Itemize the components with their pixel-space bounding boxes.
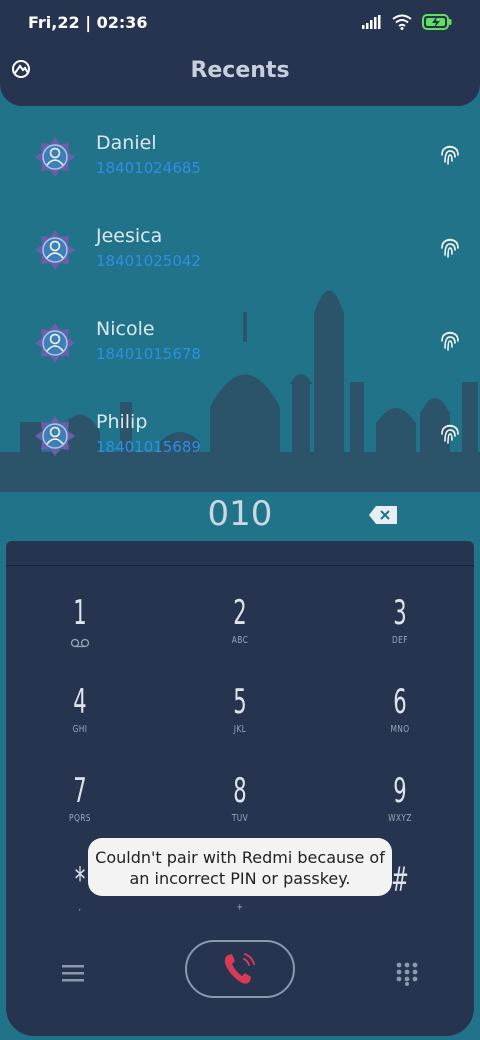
key-1[interactable]: 1 bbox=[20, 593, 140, 667]
contact-number: 18401025042 bbox=[96, 252, 201, 270]
signal-icon bbox=[362, 15, 381, 29]
key-letters: WXYZ bbox=[388, 813, 412, 824]
contact-name: Philip bbox=[96, 411, 148, 433]
key-letters: MNO bbox=[390, 724, 410, 735]
menu-icon[interactable] bbox=[62, 964, 84, 982]
key-digit: 1 bbox=[73, 593, 87, 633]
key-digit: 6 bbox=[393, 682, 407, 722]
key-letters: , bbox=[78, 902, 82, 913]
status-icons bbox=[362, 12, 452, 32]
key-6[interactable]: 6 MNO bbox=[340, 682, 460, 756]
contact-number: 18401015678 bbox=[96, 345, 201, 363]
contact-name: Nicole bbox=[96, 318, 155, 340]
bottom-action-bar bbox=[0, 938, 480, 1008]
key-8[interactable]: 8 TUV bbox=[180, 771, 300, 845]
key-letters: PQRS bbox=[69, 813, 91, 824]
status-time: Fri,22 | 02:36 bbox=[28, 13, 148, 32]
key-3[interactable]: 3 DEF bbox=[340, 593, 460, 667]
key-letters: DEF bbox=[392, 635, 408, 646]
contact-number: 18401024685 bbox=[96, 159, 201, 177]
toast-message: Couldn't pair with Redmi because of an i… bbox=[88, 838, 392, 896]
contact-row[interactable]: Daniel 18401024685 bbox=[0, 128, 480, 198]
contact-row[interactable]: Philip 18401015689 bbox=[0, 407, 480, 477]
divider bbox=[6, 565, 474, 566]
key-4[interactable]: 4 GHI bbox=[20, 682, 140, 756]
dialed-number[interactable]: 010 bbox=[0, 494, 480, 534]
wifi-icon bbox=[392, 14, 412, 30]
contact-avatar-icon bbox=[35, 416, 75, 456]
dialed-number-row: 010 bbox=[0, 492, 480, 540]
key-digit: 7 bbox=[73, 771, 87, 811]
contact-name: Daniel bbox=[96, 132, 157, 154]
key-letters: GHI bbox=[72, 724, 88, 735]
key-letters: + bbox=[236, 902, 244, 913]
page-title: Recents bbox=[190, 58, 290, 83]
key-digit: 2 bbox=[233, 593, 247, 633]
key-letters: ABC bbox=[231, 635, 249, 646]
backspace-icon[interactable] bbox=[368, 505, 398, 525]
battery-charging-icon bbox=[422, 14, 452, 30]
fingerprint-icon[interactable] bbox=[440, 328, 460, 352]
phone-call-icon bbox=[224, 953, 255, 984]
header-bar: Fri,22 | 02:36 Recents bbox=[0, 0, 480, 106]
key-2[interactable]: 2 ABC bbox=[180, 593, 300, 667]
contact-row[interactable]: Nicole 18401015678 bbox=[0, 314, 480, 384]
key-digit: 8 bbox=[233, 771, 247, 811]
key-letters: JKL bbox=[233, 724, 247, 735]
voicemail-icon bbox=[70, 638, 90, 648]
key-7[interactable]: 7 PQRS bbox=[20, 771, 140, 845]
contact-row[interactable]: Jeesica 18401025042 bbox=[0, 221, 480, 291]
contact-avatar-icon bbox=[35, 137, 75, 177]
contact-name: Jeesica bbox=[96, 225, 163, 247]
contact-avatar-icon bbox=[35, 323, 75, 363]
contact-number: 18401015689 bbox=[96, 438, 201, 456]
recents-list: Daniel 18401024685 Jeesica 18401025042 N… bbox=[0, 106, 480, 492]
key-letters: TUV bbox=[231, 813, 249, 824]
fingerprint-icon[interactable] bbox=[440, 142, 460, 166]
key-5[interactable]: 5 JKL bbox=[180, 682, 300, 756]
call-button[interactable] bbox=[185, 940, 295, 998]
key-digit: 9 bbox=[393, 771, 407, 811]
key-digit: 4 bbox=[73, 682, 87, 722]
key-9[interactable]: 9 WXYZ bbox=[340, 771, 460, 845]
key-digit: 5 bbox=[233, 682, 247, 722]
fingerprint-icon[interactable] bbox=[440, 421, 460, 445]
fingerprint-icon[interactable] bbox=[440, 235, 460, 259]
key-digit: 3 bbox=[393, 593, 407, 633]
dialpad-grid-icon[interactable] bbox=[396, 962, 418, 986]
contact-avatar-icon bbox=[35, 230, 75, 270]
